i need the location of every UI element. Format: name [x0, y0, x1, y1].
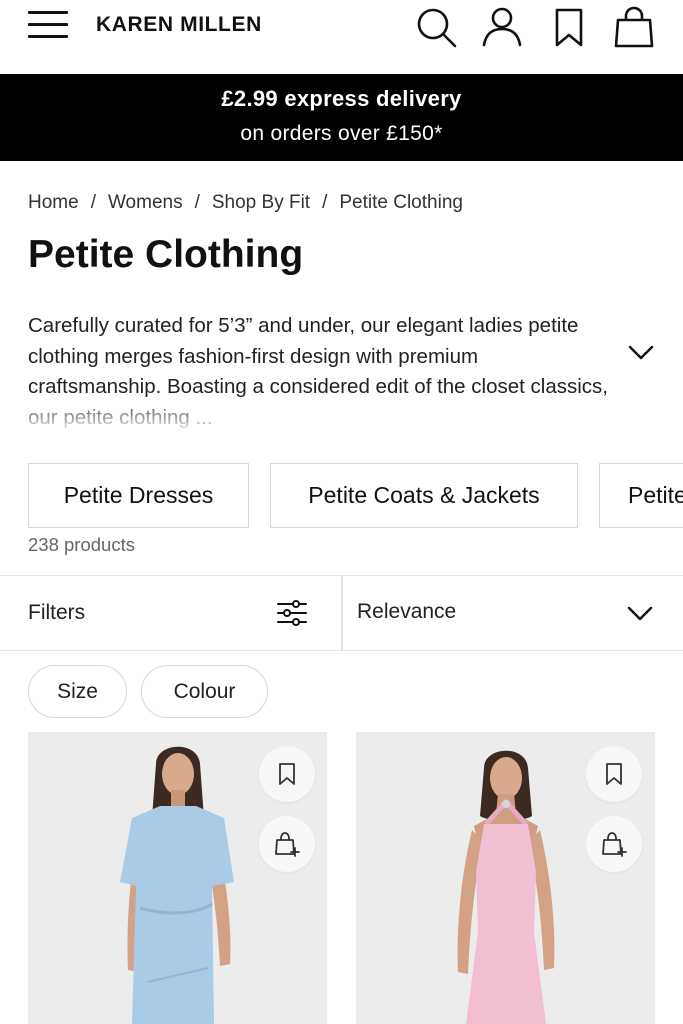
bookmark-icon — [279, 763, 295, 785]
sort-value: Relevance — [357, 600, 457, 623]
breadcrumb-home[interactable]: Home — [28, 192, 79, 213]
save-to-wishlist-button[interactable] — [586, 746, 642, 802]
promo-headline: £2.99 express delivery — [221, 86, 462, 111]
product-card[interactable] — [28, 732, 327, 1024]
search-icon[interactable] — [413, 4, 459, 50]
filters-label: Filters — [28, 601, 86, 624]
menu-icon[interactable] — [28, 11, 70, 41]
breadcrumb-separator: / — [90, 192, 96, 213]
breadcrumb-current: Petite Clothing — [339, 192, 463, 213]
site-header: KAREN MILLEN — [0, 0, 683, 74]
promo-banner[interactable]: £2.99 express delivery on orders over £1… — [0, 74, 683, 161]
filters-button[interactable]: Filters — [0, 576, 341, 650]
add-to-bag-icon — [275, 832, 300, 857]
save-to-wishlist-button[interactable] — [259, 746, 315, 802]
category-chips: Petite Dresses Petite Coats & Jackets Pe… — [28, 463, 683, 529]
account-icon[interactable] — [479, 4, 525, 50]
description-fade — [28, 395, 613, 429]
bookmark-icon — [606, 763, 622, 785]
add-to-bag-icon — [602, 832, 627, 857]
breadcrumb-womens[interactable]: Womens — [108, 192, 183, 213]
product-count: 238 products — [28, 534, 135, 555]
filter-pill-colour[interactable]: Colour — [141, 665, 268, 718]
expand-description-chevron-icon[interactable] — [626, 339, 656, 365]
sort-dropdown[interactable]: Relevance — [343, 576, 683, 650]
chevron-down-icon — [625, 600, 655, 626]
quick-add-to-bag-button[interactable] — [586, 816, 642, 872]
quick-add-to-bag-button[interactable] — [259, 816, 315, 872]
wishlist-icon[interactable] — [546, 4, 592, 50]
breadcrumb-separator: / — [194, 192, 200, 213]
breadcrumb-shop-by-fit[interactable]: Shop By Fit — [212, 192, 310, 213]
page-title: Petite Clothing — [28, 233, 304, 276]
category-description: Carefully curated for 5’3” and under, ou… — [28, 311, 613, 429]
brand-logo[interactable]: KAREN MILLEN — [96, 13, 262, 37]
promo-subline: on orders over £150* — [240, 122, 443, 145]
chip-petite-dresses[interactable]: Petite Dresses — [28, 463, 249, 528]
breadcrumb: Home / Womens / Shop By Fit / Petite Clothing — [28, 192, 463, 214]
bag-icon[interactable] — [611, 4, 657, 50]
product-card[interactable] — [356, 732, 655, 1024]
sliders-icon — [276, 598, 308, 628]
breadcrumb-separator: / — [322, 192, 328, 213]
chip-petite-coats-jackets[interactable]: Petite Coats & Jackets — [270, 463, 578, 528]
filter-sort-bar: Filters Relevance — [0, 575, 683, 651]
filter-pill-size[interactable]: Size — [28, 665, 127, 718]
chip-petite-more[interactable]: Petite — [599, 463, 683, 528]
